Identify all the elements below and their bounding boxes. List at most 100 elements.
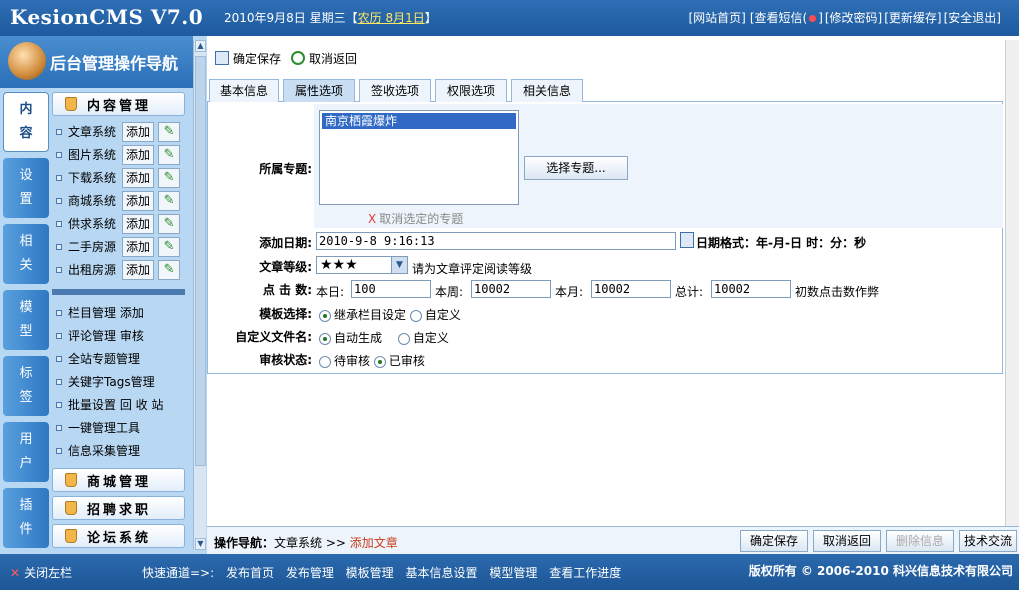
today-hits-input[interactable]: 100: [351, 280, 431, 298]
vtab-users[interactable]: 用户: [3, 422, 49, 482]
quick-model-manage[interactable]: 模型管理: [489, 566, 537, 580]
system-link[interactable]: 图片系统: [68, 146, 116, 163]
site-home-link[interactable]: [网站首页]: [688, 11, 745, 25]
pencil-icon[interactable]: ✎: [158, 236, 181, 257]
link-row[interactable]: 一键管理工具: [52, 416, 185, 439]
system-link[interactable]: 下载系统: [68, 169, 116, 186]
month-hits-input[interactable]: 10002: [591, 280, 671, 298]
tab-basic-info[interactable]: 基本信息: [209, 79, 279, 102]
week-hits-input[interactable]: 10002: [471, 280, 551, 298]
status-label: 审核状态:: [259, 353, 312, 367]
tab-related-info[interactable]: 相关信息: [511, 79, 583, 102]
vtab-related[interactable]: 相关: [3, 224, 49, 284]
add-button[interactable]: 添加: [122, 190, 155, 211]
save-button[interactable]: 确定保存: [740, 530, 808, 552]
add-button[interactable]: 添加: [122, 167, 155, 188]
add-button[interactable]: 添加: [122, 121, 155, 142]
calendar-icon[interactable]: [680, 232, 694, 248]
toolbar-save-button[interactable]: 确定保存: [215, 50, 281, 67]
view-messages-link[interactable]: [查看短信(]: [748, 11, 823, 25]
add-button[interactable]: 添加: [122, 144, 155, 165]
filename-custom-radio[interactable]: [397, 332, 410, 345]
template-custom-radio[interactable]: [409, 309, 422, 322]
bullet-icon: [56, 309, 62, 316]
top-links: [网站首页] [查看短信(] [修改密码] [更新缓存] [安全退出]: [686, 9, 1001, 26]
update-cache-link[interactable]: [更新缓存]: [884, 11, 941, 25]
quick-publish-manage[interactable]: 发布管理: [286, 566, 334, 580]
chevron-down-icon[interactable]: ▼: [391, 257, 407, 273]
quick-work-progress[interactable]: 查看工作进度: [549, 566, 621, 580]
link-row[interactable]: 全站专题管理: [52, 347, 185, 370]
pencil-icon[interactable]: ✎: [158, 167, 181, 188]
system-link[interactable]: 出租房源: [68, 261, 116, 278]
change-password-link[interactable]: [修改密码]: [825, 11, 882, 25]
status-approved-radio[interactable]: [373, 355, 386, 368]
main-scrollbar[interactable]: [1005, 40, 1019, 526]
scroll-down-icon[interactable]: ▼: [195, 538, 206, 550]
pencil-icon[interactable]: ✎: [158, 121, 181, 142]
status-approved-label: 已审核: [388, 354, 425, 368]
system-link[interactable]: 商城系统: [68, 192, 116, 209]
vtab-content[interactable]: 内容: [3, 92, 49, 152]
pencil-icon[interactable]: ✎: [158, 259, 181, 280]
rating-select[interactable]: ★★★ ▼: [316, 256, 408, 274]
cancel-topic-link[interactable]: X 取消选定的专题: [368, 210, 463, 227]
vtab-model[interactable]: 模型: [3, 290, 49, 350]
vtab-plugins[interactable]: 插件: [3, 488, 49, 548]
toolbar-cancel-button[interactable]: 取消返回: [291, 50, 357, 67]
category-recruitment[interactable]: 招聘求职: [52, 496, 185, 520]
select-topic-button[interactable]: 选择专题...: [524, 156, 628, 180]
category-shop-management[interactable]: 商城管理: [52, 468, 185, 492]
tab-sign-options[interactable]: 签收选项: [359, 79, 431, 102]
vtab-settings[interactable]: 设置: [3, 158, 49, 218]
category-content-management[interactable]: 内容管理: [52, 92, 185, 116]
date-input[interactable]: 2010-9-8 9:16:13: [316, 232, 676, 250]
link-row[interactable]: 关键字Tags管理: [52, 370, 185, 393]
date-label: 添加日期:: [259, 236, 312, 250]
template-label: 模板选择:: [259, 307, 312, 321]
topic-option[interactable]: 南京栖霞爆炸: [322, 113, 516, 129]
sidebar-header: 后台管理操作导航: [0, 36, 193, 88]
copyright: 版权所有 © 2006-2010 科兴信息技术有限公司: [748, 564, 1013, 578]
close-icon: X: [368, 212, 377, 226]
scroll-thumb[interactable]: [195, 56, 206, 466]
add-button[interactable]: 添加: [122, 236, 155, 257]
link-row[interactable]: 批量设置 回 收 站: [52, 393, 185, 416]
system-link[interactable]: 文章系统: [68, 123, 116, 140]
tab-permissions[interactable]: 权限选项: [435, 79, 507, 102]
status-pending-radio[interactable]: [319, 355, 331, 368]
sidebar-scrollbar[interactable]: ▲ ▼: [193, 40, 206, 550]
collapse-divider[interactable]: [52, 289, 185, 295]
quick-template-manage[interactable]: 模板管理: [346, 566, 394, 580]
link-row[interactable]: 评论管理 审核: [52, 324, 185, 347]
quick-publish-home[interactable]: 发布首页: [226, 566, 274, 580]
cancel-button[interactable]: 取消返回: [813, 530, 881, 552]
quick-basic-settings[interactable]: 基本信息设置: [406, 566, 478, 580]
lunar-date-link[interactable]: 农历 8月1日: [358, 11, 425, 25]
pencil-icon[interactable]: ✎: [158, 144, 181, 165]
system-link[interactable]: 二手房源: [68, 238, 116, 255]
logout-link[interactable]: [安全退出]: [944, 11, 1001, 25]
filename-auto-radio[interactable]: [319, 332, 331, 345]
total-hits-input[interactable]: 10002: [711, 280, 791, 298]
scroll-up-icon[interactable]: ▲: [195, 40, 206, 52]
add-button[interactable]: 添加: [122, 259, 155, 280]
logo: KesionCMS V7.0: [10, 5, 204, 29]
category-forum[interactable]: 论坛系统: [52, 524, 185, 548]
template-inherit-radio[interactable]: [319, 309, 331, 322]
link-label: 全站专题管理: [68, 352, 141, 366]
link-row[interactable]: 栏目管理 添加: [52, 301, 185, 324]
delete-button[interactable]: 删除信息: [886, 530, 954, 552]
vtab-tags[interactable]: 标签: [3, 356, 49, 416]
close-sidebar-button[interactable]: ✕ 关闭左栏: [10, 564, 72, 581]
tab-attributes[interactable]: 属性选项: [283, 79, 355, 102]
link-row[interactable]: 信息采集管理: [52, 439, 185, 462]
tech-exchange-button[interactable]: 技术交流: [959, 530, 1017, 552]
pencil-icon[interactable]: ✎: [158, 190, 181, 211]
breadcrumb-section[interactable]: 文章系统: [274, 536, 322, 550]
system-link[interactable]: 供求系统: [68, 215, 116, 232]
date-text: 2010年9月8日 星期三【: [224, 11, 358, 25]
topic-listbox[interactable]: 南京栖霞爆炸: [319, 110, 519, 205]
pencil-icon[interactable]: ✎: [158, 213, 181, 234]
add-button[interactable]: 添加: [122, 213, 155, 234]
